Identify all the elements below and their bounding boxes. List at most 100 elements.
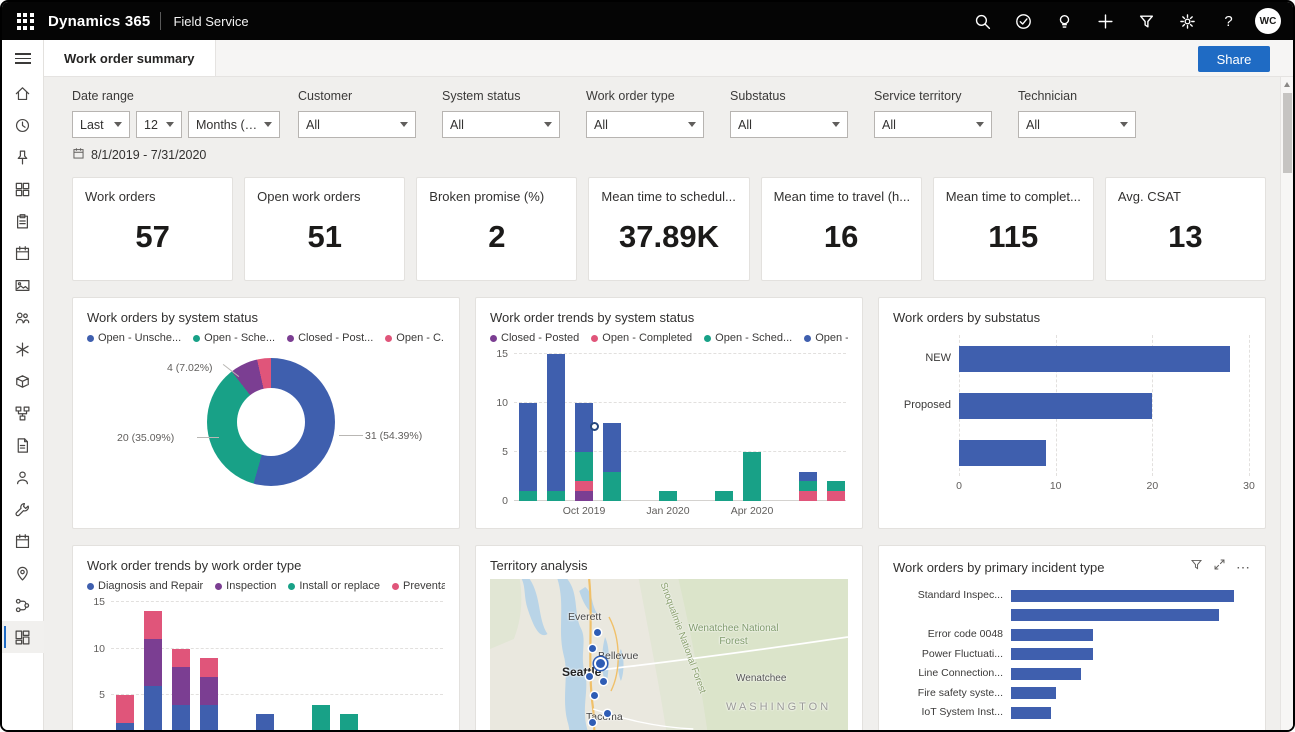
more-options-icon[interactable]: ⋯ bbox=[1236, 564, 1251, 570]
bar-segment[interactable] bbox=[200, 705, 218, 730]
sidebar-item-resources[interactable] bbox=[2, 301, 44, 333]
legend-item[interactable]: Install or replace bbox=[288, 580, 380, 592]
user-avatar[interactable]: WC bbox=[1255, 8, 1281, 34]
bar-column[interactable] bbox=[312, 705, 330, 730]
map-marker[interactable] bbox=[596, 659, 605, 668]
sidebar-item-recent[interactable] bbox=[2, 109, 44, 141]
bar[interactable] bbox=[1011, 629, 1093, 641]
filter-dropdown[interactable]: All bbox=[442, 111, 560, 138]
add-icon[interactable] bbox=[1085, 2, 1126, 40]
territory-map[interactable]: EverettBellevueSeattleTacomaWenatchee Na… bbox=[490, 579, 848, 730]
sidebar-item-services[interactable] bbox=[2, 333, 44, 365]
bar-segment[interactable] bbox=[172, 667, 190, 704]
sidebar-item-time-entries[interactable] bbox=[2, 525, 44, 557]
map-marker[interactable] bbox=[594, 629, 601, 636]
bar-segment[interactable] bbox=[144, 611, 162, 639]
legend-item[interactable]: Closed - Post... bbox=[287, 332, 373, 344]
bar-column[interactable] bbox=[200, 658, 218, 730]
kpi-card[interactable]: Broken promise (%)2 bbox=[416, 177, 577, 281]
map-marker[interactable] bbox=[589, 719, 596, 726]
sidebar-item-dashboards[interactable] bbox=[2, 621, 44, 653]
app-name[interactable]: Field Service bbox=[173, 14, 248, 29]
sidebar-item-territories[interactable] bbox=[2, 557, 44, 589]
map-marker[interactable] bbox=[586, 673, 593, 680]
menu-icon[interactable] bbox=[2, 40, 44, 77]
vertical-scrollbar[interactable] bbox=[1280, 77, 1293, 730]
check-circle-icon[interactable] bbox=[1003, 2, 1044, 40]
bar-segment[interactable] bbox=[743, 452, 761, 501]
app-launcher-icon[interactable] bbox=[2, 2, 48, 40]
date-range-count-dropdown[interactable]: 12 bbox=[136, 111, 182, 138]
bar-segment[interactable] bbox=[547, 354, 565, 491]
bar-segment[interactable] bbox=[144, 686, 162, 730]
bar-segment[interactable] bbox=[659, 491, 677, 501]
sidebar-item-work-orders[interactable] bbox=[2, 205, 44, 237]
settings-gear-icon[interactable] bbox=[1167, 2, 1208, 40]
visual-filter-icon[interactable] bbox=[1190, 558, 1203, 576]
map-marker[interactable] bbox=[591, 692, 598, 699]
filter-dropdown[interactable]: All bbox=[586, 111, 704, 138]
bar-segment[interactable] bbox=[575, 491, 593, 501]
bar-segment[interactable] bbox=[575, 481, 593, 491]
filter-dropdown[interactable]: All bbox=[874, 111, 992, 138]
bar[interactable] bbox=[1011, 609, 1219, 621]
filter-dropdown[interactable]: All bbox=[1018, 111, 1136, 138]
sidebar-item-schedule-board[interactable] bbox=[2, 269, 44, 301]
legend-item[interactable]: Open - Completed bbox=[591, 332, 692, 344]
date-range-mode-dropdown[interactable]: Last bbox=[72, 111, 130, 138]
bar-segment[interactable] bbox=[603, 423, 621, 472]
bar-column[interactable] bbox=[743, 452, 761, 501]
bar-column[interactable] bbox=[575, 403, 593, 501]
filter-dropdown[interactable]: All bbox=[730, 111, 848, 138]
sidebar-item-home[interactable] bbox=[2, 77, 44, 109]
date-range-unit-dropdown[interactable]: Months (C... bbox=[188, 111, 280, 138]
kpi-card[interactable]: Work orders57 bbox=[72, 177, 233, 281]
bar-segment[interactable] bbox=[547, 491, 565, 501]
bar-segment[interactable] bbox=[256, 714, 274, 730]
kpi-card[interactable]: Mean time to travel (h...16 bbox=[761, 177, 922, 281]
bar-segment[interactable] bbox=[519, 403, 537, 491]
bar-segment[interactable] bbox=[172, 649, 190, 668]
sidebar-item-contacts[interactable] bbox=[2, 461, 44, 493]
focus-mode-icon[interactable] bbox=[1213, 558, 1226, 576]
legend-item[interactable]: Open - Unsche... bbox=[87, 332, 181, 344]
bar-segment[interactable] bbox=[827, 491, 845, 501]
bar-segment[interactable] bbox=[519, 491, 537, 501]
sidebar-item-flows[interactable] bbox=[2, 397, 44, 429]
bar-column[interactable] bbox=[827, 481, 845, 501]
help-icon[interactable]: ? bbox=[1208, 2, 1249, 40]
bar-column[interactable] bbox=[144, 611, 162, 730]
bar-column[interactable] bbox=[799, 472, 817, 501]
bar-segment[interactable] bbox=[200, 677, 218, 705]
legend-item[interactable]: Open - Sche... bbox=[193, 332, 275, 344]
bar-segment[interactable] bbox=[172, 705, 190, 730]
legend-item[interactable]: Open - C... bbox=[385, 332, 445, 344]
map-marker[interactable] bbox=[604, 710, 611, 717]
stacked-column-chart[interactable]: 51015 bbox=[87, 602, 445, 730]
scroll-up-arrow[interactable] bbox=[1284, 82, 1290, 87]
kpi-card[interactable]: Avg. CSAT13 bbox=[1105, 177, 1266, 281]
search-icon[interactable] bbox=[962, 2, 1003, 40]
bar[interactable] bbox=[959, 440, 1046, 466]
brand-title[interactable]: Dynamics 365 bbox=[48, 13, 150, 30]
bar-column[interactable] bbox=[340, 714, 358, 730]
map-marker[interactable] bbox=[600, 678, 607, 685]
bar-segment[interactable] bbox=[799, 491, 817, 501]
horizontal-bar-chart[interactable]: 0102030NEWProposed bbox=[893, 335, 1251, 494]
kpi-card[interactable]: Open work orders51 bbox=[244, 177, 405, 281]
bar-segment[interactable] bbox=[827, 481, 845, 491]
bar[interactable] bbox=[1011, 687, 1056, 699]
bar-segment[interactable] bbox=[144, 639, 162, 686]
legend-item[interactable]: Preventative Mai... bbox=[392, 580, 445, 592]
bar-segment[interactable] bbox=[312, 705, 330, 730]
bar[interactable] bbox=[959, 346, 1230, 372]
bar-column[interactable] bbox=[116, 695, 134, 730]
sidebar-item-bookings[interactable] bbox=[2, 237, 44, 269]
sidebar-item-tools[interactable] bbox=[2, 493, 44, 525]
legend-item[interactable]: Open - Unsc... bbox=[804, 332, 848, 344]
legend-item[interactable]: Inspection bbox=[215, 580, 276, 592]
legend-item[interactable]: Diagnosis and Repair bbox=[87, 580, 203, 592]
bar-column[interactable] bbox=[715, 491, 733, 501]
kpi-card[interactable]: Mean time to complet...115 bbox=[933, 177, 1094, 281]
bar[interactable] bbox=[1011, 590, 1234, 602]
